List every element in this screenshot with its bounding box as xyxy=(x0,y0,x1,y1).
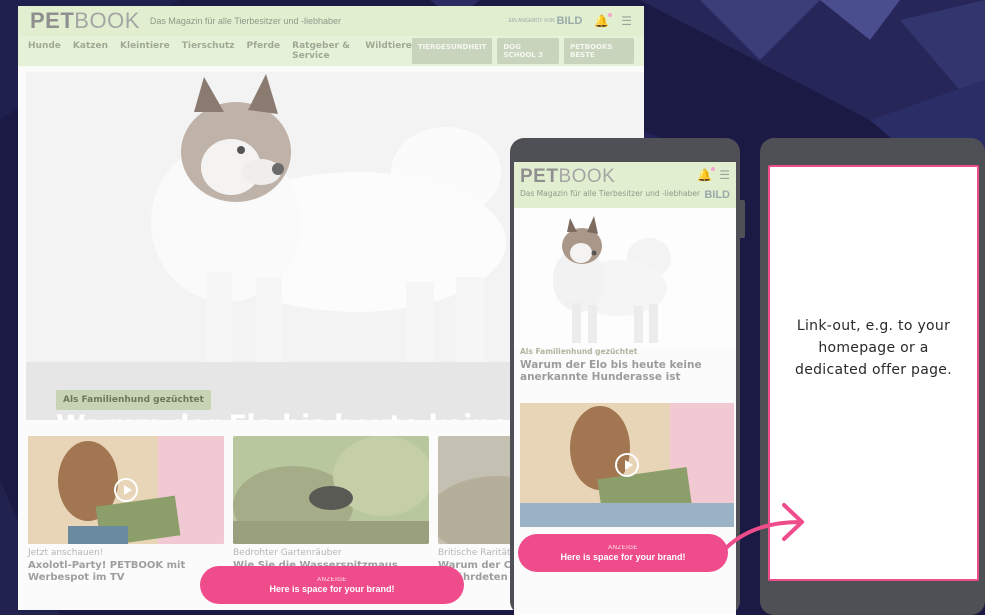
petbook-logo[interactable]: PETBOOK xyxy=(30,8,140,34)
nav-item-ratgeber-service[interactable]: Ratgeber & Service xyxy=(292,41,353,61)
desktop-nav: Hunde Katzen Kleintiere Tierschutz Pferde Rat… xyxy=(18,36,644,66)
bell-icon[interactable]: 🔔 xyxy=(697,167,716,182)
nav-pill-tiergesundheit[interactable]: TIERGESUNDHEIT xyxy=(411,38,493,64)
mobile-video-card[interactable] xyxy=(520,403,734,527)
nav-item-hunde[interactable]: Hunde xyxy=(28,41,61,61)
nav-item-katzen[interactable]: Katzen xyxy=(73,41,108,61)
mobile-ad-banner[interactable]: ANZEIGE Here is space for your brand! xyxy=(518,534,728,572)
nav-item-wildtiere[interactable]: Wildtiere xyxy=(365,41,412,61)
bild-logo[interactable]: EIN ANGEBOT VON BILD xyxy=(509,15,583,27)
play-icon[interactable] xyxy=(114,478,138,502)
desktop-tagline: Das Magazin für alle Tierbesitzer und -l… xyxy=(149,16,341,26)
bild-logo[interactable]: BILD xyxy=(704,189,730,201)
play-icon[interactable] xyxy=(615,453,639,477)
nav-item-tierschutz[interactable]: Tierschutz xyxy=(182,41,235,61)
mobile-hero-label[interactable]: Als Familienhund gezüchtet xyxy=(520,347,637,356)
nav-pill-petbooks-beste[interactable]: PETBOOKS BESTE xyxy=(564,38,634,64)
nav-item-pferde[interactable]: Pferde xyxy=(247,41,281,61)
mobile-tagline: Das Magazin für alle Tierbesitzer und -l… xyxy=(520,189,701,198)
menu-icon[interactable]: ☰ xyxy=(621,14,632,28)
mobile-hero-image[interactable] xyxy=(514,208,736,348)
mobile-hero-title[interactable]: Warum der Elo bis heute keine anerkannte… xyxy=(520,359,725,383)
bell-icon[interactable]: 🔔 xyxy=(594,13,613,28)
article-card[interactable]: Bedrohter Gartenräuber Wie Sie die Wasse… xyxy=(233,436,429,584)
nav-pill-dog-school-3[interactable]: DOG SCHOOL 3 xyxy=(497,38,560,64)
card-image xyxy=(233,436,429,544)
phone-side-button xyxy=(740,200,745,238)
desktop-ad-banner[interactable]: ANZEIGE Here is space for your brand! xyxy=(200,566,464,604)
article-card[interactable]: Jetzt anschauen! Axolotl-Party! PETBOOK … xyxy=(28,436,224,584)
nav-item-kleintiere[interactable]: Kleintiere xyxy=(120,41,170,61)
mobile-header: PETBOOK Das Magazin für alle Tierbesitze… xyxy=(514,162,736,208)
menu-icon[interactable]: ☰ xyxy=(719,168,730,182)
desktop-header: PETBOOK Das Magazin für alle Tierbesitze… xyxy=(18,6,644,36)
hero-category-label[interactable]: Als Familienhund gezüchtet xyxy=(56,390,211,410)
linkout-landing-page[interactable]: Link-out, e.g. to your homepage or a ded… xyxy=(768,165,979,581)
petbook-logo[interactable]: PETBOOK xyxy=(520,166,615,187)
linkout-text: Link-out, e.g. to your homepage or a ded… xyxy=(795,318,952,378)
card-image xyxy=(28,436,224,544)
